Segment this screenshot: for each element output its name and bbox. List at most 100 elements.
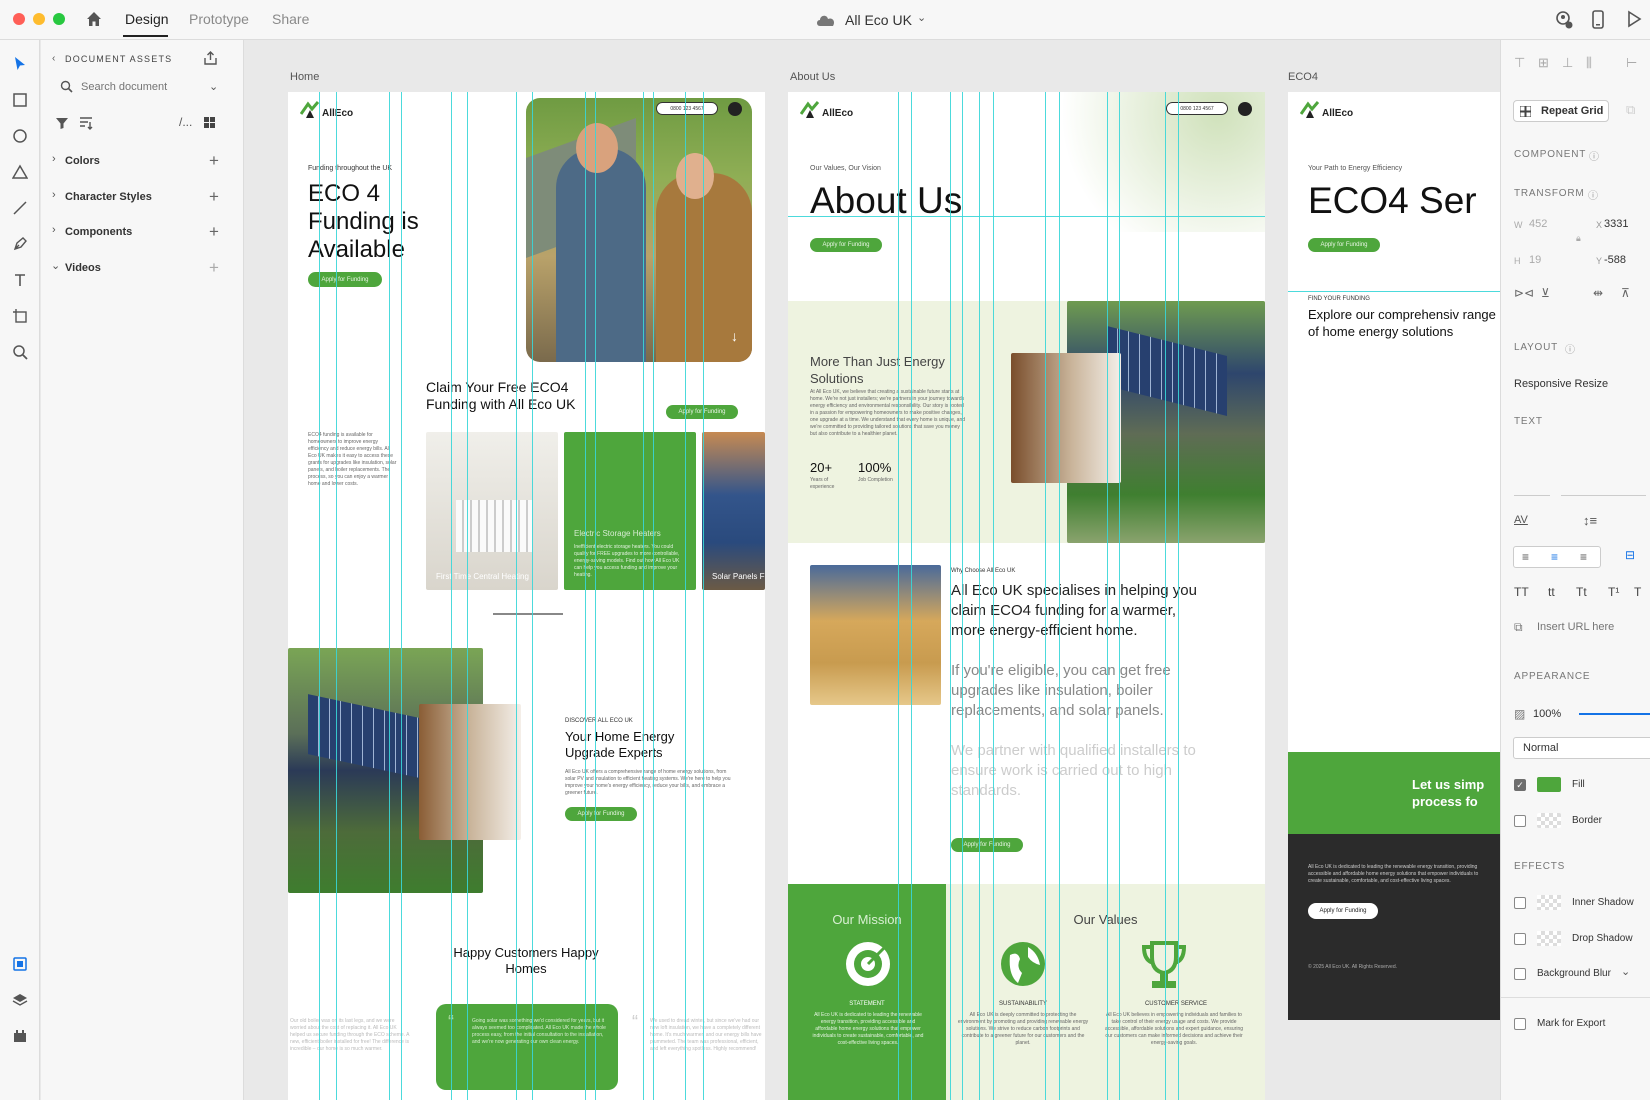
artboard-home[interactable]: AllEco ↓ 0800 123 4567 Funding throughou… [288, 92, 765, 1100]
character-spacing-icon[interactable]: AV [1514, 514, 1528, 526]
components-section[interactable]: Components [65, 226, 132, 238]
distribute-icon[interactable]: ⫼ [1586, 55, 1592, 71]
chevron-down-icon[interactable]: ⌄ [917, 11, 926, 24]
url-input[interactable] [1537, 618, 1642, 636]
align-text-center-icon[interactable]: ≡ [1551, 550, 1558, 564]
mark-for-export-checkbox[interactable] [1514, 1018, 1526, 1030]
colors-chevron-icon[interactable]: › [52, 153, 56, 165]
design-canvas[interactable]: Home About Us ECO4 AllEco ↓ 0800 123 456… [245, 40, 1500, 1100]
grid-view-icon[interactable] [203, 116, 216, 129]
invite-user-icon[interactable] [1555, 11, 1573, 29]
align-text-left-icon[interactable]: ≡ [1522, 550, 1529, 564]
ellipse-tool-icon[interactable] [9, 125, 31, 147]
select-tool-icon[interactable] [9, 53, 31, 75]
zoom-tool-icon[interactable] [9, 341, 31, 363]
opacity-slider[interactable] [1579, 713, 1650, 715]
artboard-label-eco4[interactable]: ECO4 [1288, 71, 1318, 83]
info-icon[interactable]: ⓘ [1565, 341, 1575, 356]
discover-apply-button[interactable]: Apply for Funding [565, 807, 637, 821]
zoom-window-button[interactable] [53, 13, 65, 25]
footer-apply-button[interactable]: Apply for Funding [1308, 903, 1378, 919]
align-left-icon[interactable]: ⊢ [1626, 55, 1637, 71]
solar-panels-card[interactable]: Solar Panels Fund [702, 432, 765, 590]
phone-button[interactable]: 0800 123 4567 [1166, 102, 1228, 115]
inner-shadow-swatch[interactable] [1537, 895, 1561, 910]
colors-section[interactable]: Colors [65, 155, 100, 167]
superscript-button[interactable]: T¹ [1608, 585, 1619, 599]
play-preview-icon[interactable] [1625, 10, 1643, 28]
blend-mode-dropdown[interactable]: Normal [1513, 737, 1650, 759]
info-icon[interactable]: ⓘ [1588, 187, 1598, 202]
search-document-input[interactable] [81, 77, 201, 97]
chevron-left-icon[interactable]: ‹ [52, 53, 55, 64]
lock-aspect-icon[interactable]: 🔒︎ [1576, 233, 1581, 244]
text-autoheight-icon[interactable]: ⊟ [1625, 548, 1635, 562]
artboard-label-about[interactable]: About Us [790, 71, 835, 83]
eco4-apply-button[interactable]: Apply for Funding [1308, 238, 1380, 252]
filter-icon[interactable] [55, 116, 69, 130]
mobile-preview-icon[interactable] [1592, 10, 1604, 29]
pen-tool-icon[interactable] [9, 233, 31, 255]
document-title[interactable]: All Eco UK [845, 12, 912, 28]
artboard-label-home[interactable]: Home [290, 71, 319, 83]
chevron-down-icon[interactable]: ⌄ [1621, 965, 1630, 978]
flip-vertical-icon[interactable]: ⊻ [1541, 286, 1550, 300]
assets-panel-icon[interactable] [9, 953, 31, 975]
rotate-icon[interactable]: ⇹ [1593, 286, 1603, 300]
central-heating-card[interactable]: First Time Central Heating [426, 432, 558, 590]
subscript-button[interactable]: T [1634, 585, 1641, 599]
carousel-indicator[interactable] [493, 613, 563, 615]
about-apply-button[interactable]: Apply for Funding [810, 238, 882, 252]
fill-color-swatch[interactable] [1537, 777, 1561, 792]
add-video-button[interactable]: + [209, 259, 219, 276]
mask-icon[interactable]: ⧉ [1626, 102, 1635, 118]
case-lowercase-button[interactable]: tt [1548, 585, 1555, 599]
storage-heaters-card[interactable]: Electric Storage Heaters Inefficient ele… [564, 432, 696, 590]
plugins-panel-icon[interactable] [9, 1025, 31, 1047]
align-bottom-icon[interactable]: ⊥ [1562, 55, 1573, 71]
align-middle-icon[interactable]: ⊞ [1538, 55, 1549, 71]
pin-icon[interactable]: ⊼ [1621, 286, 1630, 300]
width-field[interactable]: 452 [1529, 218, 1547, 230]
opacity-value[interactable]: 100% [1533, 708, 1561, 720]
fill-checkbox[interactable]: ✓ [1514, 779, 1526, 791]
align-text-right-icon[interactable]: ≡ [1580, 550, 1587, 564]
x-field[interactable]: 3331 [1604, 218, 1628, 230]
videos-section[interactable]: Videos [65, 262, 101, 274]
videos-chevron-icon[interactable]: ⌄ [51, 259, 60, 272]
minimize-window-button[interactable] [33, 13, 45, 25]
background-blur-checkbox[interactable] [1514, 968, 1526, 980]
list-view-icon[interactable]: /... [179, 115, 192, 129]
case-uppercase-button[interactable]: TT [1514, 585, 1529, 599]
font-size-field[interactable] [1514, 495, 1550, 496]
y-field[interactable]: -588 [1604, 254, 1626, 266]
inner-shadow-checkbox[interactable] [1514, 897, 1526, 909]
claim-apply-button[interactable]: Apply for Funding [666, 405, 738, 419]
tab-prototype[interactable]: Prototype [189, 11, 249, 27]
sort-icon[interactable] [78, 116, 94, 130]
responsive-resize-toggle[interactable]: Responsive Resize [1514, 378, 1608, 390]
menu-icon[interactable] [728, 102, 742, 116]
share-export-icon[interactable] [203, 51, 218, 66]
components-chevron-icon[interactable]: › [52, 224, 56, 236]
text-tool-icon[interactable] [9, 269, 31, 291]
info-icon[interactable]: ⓘ [1589, 148, 1599, 163]
artboard-about[interactable]: AllEco 0800 123 4567 Our Values, Our Vis… [788, 92, 1265, 1100]
height-field[interactable]: 19 [1529, 254, 1541, 266]
character-styles-chevron-icon[interactable]: › [52, 189, 56, 201]
phone-button[interactable]: 0800 123 4567 [656, 102, 718, 115]
add-character-style-button[interactable]: + [209, 188, 219, 205]
line-tool-icon[interactable] [9, 197, 31, 219]
artboard-tool-icon[interactable] [9, 305, 31, 327]
character-styles-section[interactable]: Character Styles [65, 191, 152, 203]
add-color-button[interactable]: + [209, 152, 219, 169]
line-spacing-icon[interactable]: ↕≡ [1583, 513, 1597, 528]
home-icon[interactable] [85, 10, 103, 28]
add-component-button[interactable]: + [209, 223, 219, 240]
testimonial-card-active[interactable]: “ Going solar was something we'd conside… [436, 1004, 618, 1090]
search-filter-dropdown-icon[interactable]: ⌄ [209, 80, 218, 93]
font-weight-field[interactable] [1561, 495, 1646, 496]
align-top-icon[interactable]: ⊤ [1514, 55, 1525, 71]
border-color-swatch[interactable] [1537, 813, 1561, 828]
drop-shadow-checkbox[interactable] [1514, 933, 1526, 945]
